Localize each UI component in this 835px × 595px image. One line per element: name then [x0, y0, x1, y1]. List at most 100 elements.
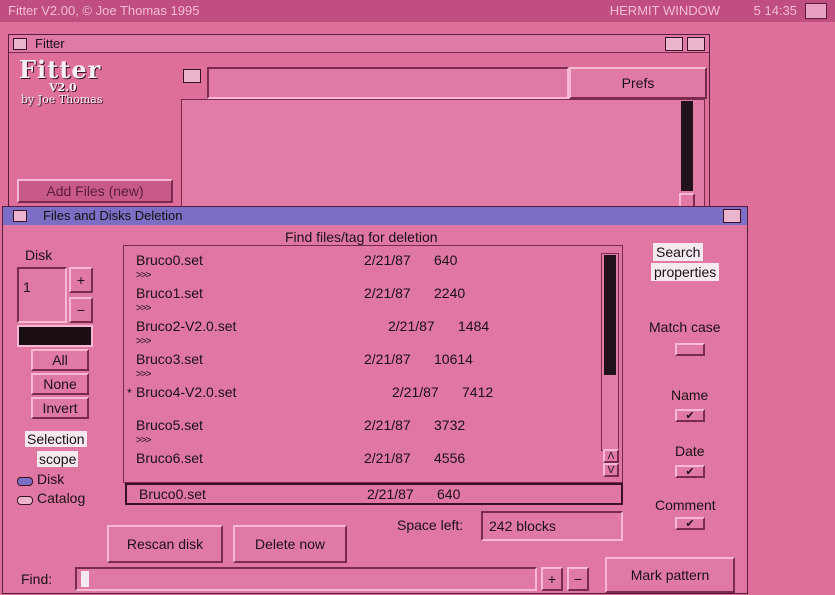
select-all-button[interactable]: All	[31, 349, 89, 371]
file-arrow: >>>	[136, 435, 152, 446]
find-label: Find:	[21, 571, 53, 587]
find-input[interactable]	[75, 567, 537, 591]
file-mark: *	[127, 386, 132, 400]
text-cursor	[81, 571, 89, 587]
file-name: Bruco3.set	[136, 351, 203, 367]
disk-increment-button[interactable]: +	[69, 267, 93, 293]
fitter-file-list[interactable]	[181, 99, 705, 211]
selected-file-size: 640	[437, 486, 461, 502]
mark-pattern-button[interactable]: Mark pattern	[605, 557, 735, 593]
space-left-field: 242 blocks	[481, 511, 623, 541]
deletion-title-bar[interactable]: Files and Disks Deletion	[3, 207, 747, 225]
scope-catalog-radio[interactable]	[17, 496, 33, 505]
date-label: Date	[675, 443, 705, 459]
add-files-button[interactable]: Add Files (new)	[17, 179, 173, 203]
deletion-file-list[interactable]: Bruco0.set 2/21/87 640 >>> Bruco1.set 2/21/87…	[123, 245, 623, 483]
file-date: 2/21/87	[364, 285, 411, 301]
fitter-scrollbar[interactable]	[681, 101, 693, 191]
file-row[interactable]: Bruco6.set 2/21/87 4556	[124, 450, 594, 483]
file-size: 10614	[434, 351, 473, 367]
disk-label: Disk	[25, 247, 53, 263]
path-field[interactable]	[207, 67, 569, 99]
file-arrow: >>>	[136, 369, 152, 380]
comment-label: Comment	[655, 497, 716, 513]
file-name: Bruco1.set	[136, 285, 203, 301]
file-date: 2/21/87	[364, 252, 411, 268]
file-row[interactable]: Bruco3.set 2/21/87 10614 >>>	[124, 351, 594, 384]
prefs-button[interactable]: Prefs	[569, 67, 707, 99]
file-size: 2240	[434, 285, 466, 301]
rescan-disk-button[interactable]: Rescan disk	[107, 525, 223, 563]
list-header: Find files/tag for deletion	[285, 229, 438, 245]
comment-checkbox[interactable]: ✔	[675, 517, 705, 530]
selection-scope-label-2: scope	[37, 451, 79, 467]
scroll-up-arrow-icon[interactable]: Λ	[603, 449, 619, 463]
fitter-logo: Fitter	[19, 55, 102, 84]
file-row[interactable]: Bruco1.set 2/21/87 2240 >>>	[124, 285, 594, 318]
file-date: 2/21/87	[364, 450, 411, 466]
folder-icon[interactable]	[183, 69, 201, 83]
file-arrow: >>>	[136, 336, 152, 347]
disk-number-field[interactable]: 1	[17, 267, 67, 323]
zoom-icon[interactable]	[665, 37, 683, 51]
file-row[interactable]: Bruco0.set 2/21/87 640 >>>	[124, 252, 594, 285]
name-checkbox[interactable]: ✔	[675, 409, 705, 422]
name-label: Name	[671, 387, 709, 403]
space-left-value: 242 blocks	[489, 518, 556, 534]
file-date: 2/21/87	[364, 351, 411, 367]
fitter-window-title: Fitter	[35, 36, 65, 51]
file-arrow: >>>	[136, 270, 152, 281]
file-size: 1484	[458, 318, 490, 334]
file-row[interactable]: * Bruco4-V2.0.set 2/21/87 7412	[124, 384, 594, 417]
depth-icon[interactable]	[687, 37, 705, 51]
find-increment-button[interactable]: +	[541, 567, 563, 591]
scroll-down-arrow-icon[interactable]: V	[603, 463, 619, 477]
select-none-button[interactable]: None	[31, 373, 89, 395]
fitter-logo-author: by Joe Thomas	[21, 93, 103, 106]
find-decrement-button[interactable]: −	[567, 567, 589, 591]
match-case-checkbox[interactable]	[675, 343, 705, 356]
file-arrow: >>>	[136, 303, 152, 314]
file-date: 2/21/87	[364, 417, 411, 433]
fitter-title-bar[interactable]: Fitter	[9, 35, 709, 53]
file-name: Bruco5.set	[136, 417, 203, 433]
file-row[interactable]: Bruco2-V2.0.set 2/21/87 1484 >>>	[124, 318, 594, 351]
file-size: 640	[434, 252, 458, 268]
scope-catalog-label: Catalog	[37, 490, 86, 506]
file-size: 7412	[462, 384, 494, 400]
selected-file-row[interactable]: Bruco0.set 2/21/87 640	[125, 483, 623, 505]
deletion-close-icon[interactable]	[13, 210, 27, 222]
selection-scope-label-1: Selection	[25, 431, 87, 447]
deletion-window-title: Files and Disks Deletion	[43, 208, 183, 223]
deletion-window: Files and Disks Deletion Find files/tag …	[2, 206, 748, 594]
file-name: Bruco2-V2.0.set	[136, 318, 237, 334]
deletion-depth-icon[interactable]	[723, 209, 741, 223]
scope-disk-label: Disk	[37, 471, 65, 487]
disk-progress-bar	[17, 325, 93, 347]
match-case-label: Match case	[649, 319, 721, 335]
search-properties-label-2: properties	[651, 263, 720, 281]
file-size: 3732	[434, 417, 466, 433]
date-checkbox[interactable]: ✔	[675, 465, 705, 478]
deletion-scroll-thumb[interactable]	[604, 255, 616, 375]
fitter-window: Fitter Fitter V2.0 by Joe Thomas Prefs A…	[8, 34, 710, 214]
space-left-label: Space left:	[397, 517, 464, 533]
selected-file-name: Bruco0.set	[139, 486, 206, 502]
file-name: Bruco0.set	[136, 252, 203, 268]
close-icon[interactable]	[13, 38, 27, 50]
screen-title: Fitter V2.00, © Joe Thomas 1995	[8, 3, 200, 18]
invert-selection-button[interactable]: Invert	[31, 397, 89, 419]
file-rows: Bruco0.set 2/21/87 640 >>> Bruco1.set 2/21/87…	[124, 252, 594, 482]
file-size: 4556	[434, 450, 466, 466]
screen-info: HERMIT WINDOW 5 14:35	[610, 0, 797, 22]
file-date: 2/21/87	[388, 318, 435, 334]
screen-right-text: HERMIT WINDOW	[609, 3, 720, 18]
search-properties-label-1: Search	[653, 243, 704, 261]
disk-decrement-button[interactable]: −	[69, 297, 93, 323]
file-row[interactable]: Bruco5.set 2/21/87 3732 >>>	[124, 417, 594, 450]
file-date: 2/21/87	[392, 384, 439, 400]
delete-now-button[interactable]: Delete now	[233, 525, 347, 563]
file-name: Bruco6.set	[136, 450, 203, 466]
scope-disk-radio[interactable]	[17, 477, 33, 486]
screen-depth-gadget-icon[interactable]	[805, 3, 827, 19]
